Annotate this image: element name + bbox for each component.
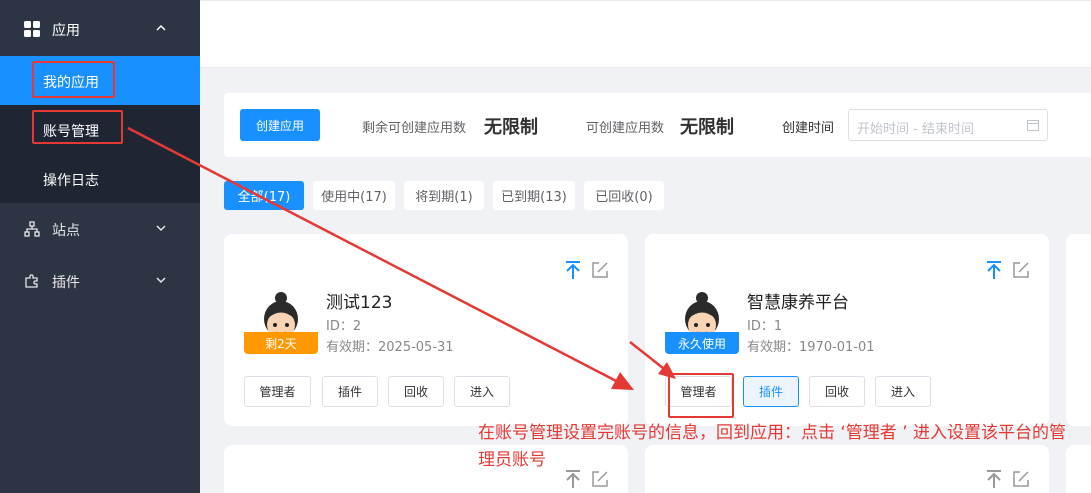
pin-top-icon[interactable] <box>984 260 1004 280</box>
recycle-button[interactable]: 回收 <box>388 376 444 407</box>
plugin-button[interactable]: 插件 <box>322 376 378 407</box>
edit-icon[interactable] <box>1011 260 1031 280</box>
app-id: ID：2 <box>326 319 362 334</box>
annotation-note: 在账号管理设置完账号的信息，回到应用：点击 ‘管理者 ’ 进入设置该平台的管理员… <box>478 423 1067 470</box>
calendar-icon <box>1027 120 1039 131</box>
sitemap-icon <box>24 221 40 237</box>
can-create-label: 可创建应用数 <box>586 121 665 136</box>
status-badge: 永久使用 <box>665 332 739 354</box>
top-header <box>200 0 1091 68</box>
highlight-box-account-management <box>32 110 123 144</box>
tab-recycled[interactable]: 已回收(0) <box>584 181 664 210</box>
app-expiry: 有效期：2025-05-31 <box>326 340 454 355</box>
sidebar-group-app[interactable]: 应用 <box>0 0 200 56</box>
tab-all[interactable]: 全部(17) <box>224 181 304 210</box>
app-card-partial <box>1066 234 1091 426</box>
sidebar-item-label: 操作日志 <box>43 173 99 189</box>
sidebar-group-plugin-label: 插件 <box>52 275 80 291</box>
chevron-down-icon[interactable] <box>155 222 167 234</box>
sidebar-group-app-label: 应用 <box>52 23 80 39</box>
pin-top-icon[interactable] <box>563 260 583 280</box>
app-card: 剩2天 测试123 ID：2 有效期：2025-05-31 管理者 插件 回收 … <box>224 234 628 426</box>
enter-button[interactable]: 进入 <box>454 376 510 407</box>
grid-icon <box>24 21 40 37</box>
remaining-label: 剩余可创建应用数 <box>362 121 467 136</box>
edit-icon[interactable] <box>590 260 610 280</box>
puzzle-icon <box>25 274 38 288</box>
tab-expired[interactable]: 已到期(13) <box>493 181 575 210</box>
sidebar-group-plugin[interactable]: 插件 <box>0 255 200 307</box>
sidebar-group-site[interactable]: 站点 <box>0 203 200 255</box>
recycle-button[interactable]: 回收 <box>809 376 865 407</box>
remaining-value: 无限制 <box>484 117 538 138</box>
chevron-down-icon[interactable] <box>155 274 167 286</box>
app-expiry: 有效期：1970-01-01 <box>747 340 875 355</box>
app-id: ID：1 <box>747 319 783 334</box>
plugin-button[interactable]: 插件 <box>743 376 799 407</box>
app-title: 测试123 <box>326 293 393 313</box>
sidebar-item-operation-log[interactable]: 操作日志 <box>0 154 200 203</box>
status-badge: 剩2天 <box>244 332 318 354</box>
highlight-box-manager-button <box>668 373 734 418</box>
highlight-box-my-apps <box>32 61 115 98</box>
manager-button[interactable]: 管理者 <box>244 376 311 407</box>
can-create-value: 无限制 <box>680 117 734 138</box>
tab-in-use[interactable]: 使用中(17) <box>313 181 395 210</box>
date-range-placeholder: 开始时间 - 结束时间 <box>857 122 974 137</box>
sidebar-group-site-label: 站点 <box>52 223 80 239</box>
create-app-button[interactable]: 创建应用 <box>240 109 320 141</box>
date-range-input[interactable]: 开始时间 - 结束时间 <box>848 109 1048 141</box>
chevron-up-icon[interactable] <box>155 22 167 34</box>
app-title: 智慧康养平台 <box>747 293 849 313</box>
create-time-label: 创建时间 <box>782 121 835 136</box>
app-card-partial <box>1066 445 1091 493</box>
toolbar: 创建应用 剩余可创建应用数 无限制 可创建应用数 无限制 创建时间 开始时间 -… <box>224 93 1091 157</box>
tab-expiring[interactable]: 将到期(1) <box>404 181 484 210</box>
enter-button[interactable]: 进入 <box>875 376 931 407</box>
